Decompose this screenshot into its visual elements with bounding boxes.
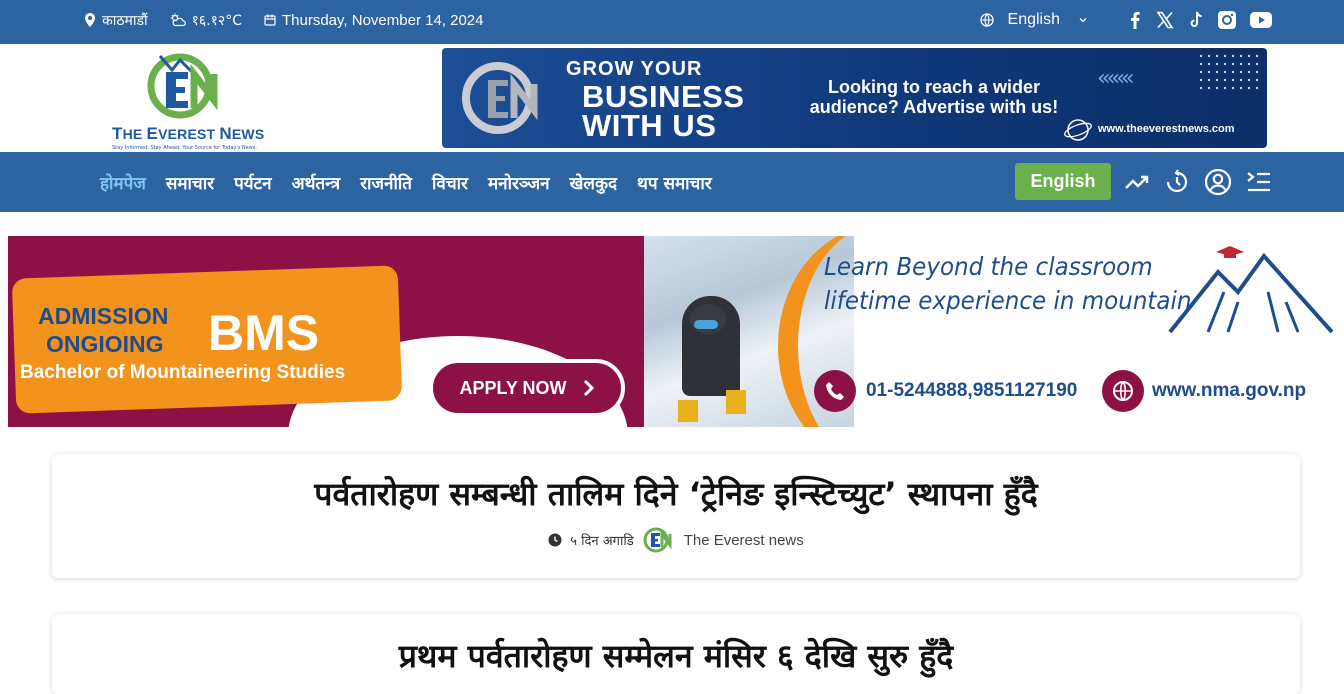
weather-cloud-icon <box>170 13 186 27</box>
apply-now-label: APPLY NOW <box>459 377 567 398</box>
author-avatar <box>643 527 672 553</box>
mountain-logo-icon <box>1168 246 1334 334</box>
ad-website: www.theeverestnews.com <box>1098 123 1235 135</box>
climber-goggles <box>694 320 718 329</box>
temperature-text: १६.१२°C <box>191 12 242 29</box>
article-title[interactable]: पर्वतारोहण सम्बन्धी तालिम दिने ‘ट्रेनिङ … <box>52 472 1300 515</box>
logo-wordmark: THE EVEREST NEWS <box>112 124 265 143</box>
language-label: English <box>1007 11 1060 28</box>
web-globe-icon <box>1102 370 1144 412</box>
nav-item-news[interactable]: समाचार <box>166 171 214 194</box>
weather: १६.१२°C <box>170 11 242 30</box>
article-time-ago: ५ दिन अगाडि <box>570 534 634 549</box>
ad-headline-big: BUSINESS WITH US <box>582 79 745 143</box>
top-bar-info: काठमाडौं १६.१२°C Thursday, November 14, … <box>84 0 484 40</box>
apply-now-button[interactable]: APPLY NOW <box>429 359 625 417</box>
location: काठमाडौं <box>84 11 148 30</box>
ad-globe-icon <box>1064 119 1092 141</box>
chevron-down-icon <box>1079 18 1087 23</box>
banner-website: www.nma.gov.np <box>1102 370 1306 412</box>
nav-item-more-news[interactable]: थप समाचार <box>637 171 712 194</box>
chevron-right-icon <box>583 379 594 397</box>
site-header: THE EVEREST NEWS Stay Informed, Stay Ahe… <box>0 44 1344 152</box>
user-account-icon[interactable] <box>1204 168 1232 196</box>
banner-phone: 01-5244888,9851127190 <box>814 370 1077 412</box>
banner-phone-number: 01-5244888,9851127190 <box>866 380 1078 401</box>
side-menu-icon[interactable] <box>1246 169 1272 195</box>
nav-item-home[interactable]: होमपेज <box>100 171 146 194</box>
nav-item-entertainment[interactable]: मनोरञ्जन <box>488 171 550 194</box>
logo-emblem <box>147 53 218 119</box>
phone-icon <box>814 370 856 412</box>
ad-chevron-decoration: ‹‹‹‹‹‹‹ <box>1097 66 1135 91</box>
ad-headline-small: GROW YOUR <box>566 58 703 80</box>
nav-menu: होमपेज समाचार पर्यटन अर्थतन्त्र राजनीति … <box>100 152 712 212</box>
nav-item-sports[interactable]: खेलकुद <box>570 171 618 194</box>
nav-icons <box>1124 152 1272 212</box>
date-text: Thursday, November 14, 2024 <box>282 11 484 29</box>
banner-admission-text: ADMISSION ONGIOING <box>38 303 169 357</box>
english-edition-button[interactable]: English <box>1015 163 1111 200</box>
globe-icon <box>979 13 994 27</box>
location-pin-icon <box>85 13 95 27</box>
banner-website-url: www.nma.gov.np <box>1152 380 1307 401</box>
climber-boot-left <box>678 400 698 422</box>
climber-head <box>690 304 726 334</box>
calendar-icon <box>264 14 276 26</box>
tiktok-icon[interactable] <box>1188 11 1204 29</box>
x-icon[interactable] <box>1156 11 1174 29</box>
social-links <box>1128 11 1272 29</box>
article-author[interactable]: The Everest news <box>684 532 804 549</box>
logo-tagline: Stay Informed, Stay Ahead: Your Source f… <box>112 145 258 151</box>
ad-logo-emblem <box>462 62 538 134</box>
nav-item-opinion[interactable]: विचार <box>432 171 468 194</box>
history-icon[interactable] <box>1164 169 1190 195</box>
banner-slogan: Learn Beyond the classroom lifetime expe… <box>824 252 1192 315</box>
instagram-icon[interactable] <box>1218 11 1236 29</box>
site-logo[interactable]: THE EVEREST NEWS Stay Informed, Stay Ahe… <box>110 50 270 151</box>
nav-item-tourism[interactable]: पर्यटन <box>234 171 272 194</box>
nav-item-economy[interactable]: अर्थतन्त्र <box>292 171 340 194</box>
ad-pitch: Looking to reach a wider audience? Adver… <box>809 77 1059 117</box>
facebook-icon[interactable] <box>1128 11 1142 29</box>
clock-icon <box>548 533 562 547</box>
article-meta: ५ दिन अगाडि The Everest news <box>52 526 1300 554</box>
main-nav: होमपेज समाचार पर्यटन अर्थतन्त्र राजनीति … <box>0 152 1344 212</box>
youtube-icon[interactable] <box>1250 12 1272 28</box>
ad-dots-decoration <box>1197 52 1261 92</box>
second-article-title[interactable]: प्रथम पर्वतारोहण सम्मेलन मंसिर ६ देखि सु… <box>52 634 1300 677</box>
header-advertisement[interactable]: GROW YOUR BUSINESS WITH US Looking to re… <box>442 48 1267 148</box>
banner-program: BMS <box>208 305 320 361</box>
language-selector[interactable]: English <box>979 11 1088 29</box>
climber-boot-right <box>726 390 746 414</box>
trending-icon[interactable] <box>1124 169 1150 195</box>
second-article-card[interactable]: प्रथम पर्वतारोहण सम्मेलन मंसिर ६ देखि सु… <box>52 614 1300 694</box>
location-text: काठमाडौं <box>102 12 148 29</box>
nav-item-politics[interactable]: राजनीति <box>360 171 412 194</box>
banner-advertisement[interactable]: ADMISSION ONGIOING BMS Bachelor of Mount… <box>8 236 1336 427</box>
top-bar: काठमाडौं १६.१२°C Thursday, November 14, … <box>0 0 1344 44</box>
top-bar-actions: English <box>979 0 1272 40</box>
date: Thursday, November 14, 2024 <box>264 12 484 29</box>
banner-program-full: Bachelor of Mountaineering Studies <box>20 362 346 383</box>
featured-article-card[interactable]: पर्वतारोहण सम्बन्धी तालिम दिने ‘ट्रेनिङ … <box>52 454 1300 578</box>
